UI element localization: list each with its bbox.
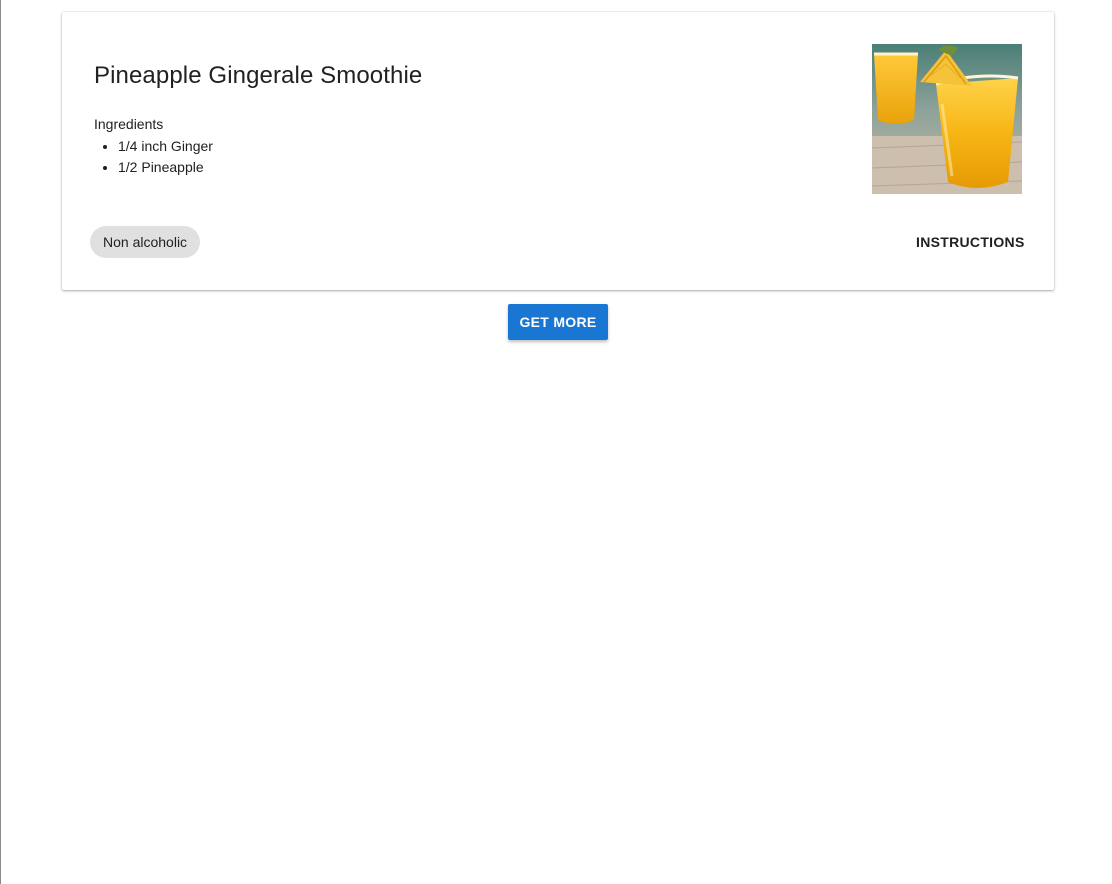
ingredients-label: Ingredients	[94, 116, 164, 132]
page: Pineapple Gingerale Smoothie Ingredients…	[0, 0, 1112, 884]
category-chip[interactable]: Non alcoholic	[90, 226, 201, 258]
ingredient-item: 1/2 Pineapple	[118, 157, 213, 178]
ingredients-list: 1/4 inch Ginger 1/2 Pineapple	[94, 136, 213, 178]
smoothie-photo-icon	[872, 44, 1022, 194]
instructions-button[interactable]: INSTRUCTIONS	[904, 228, 1037, 256]
ingredient-item: 1/4 inch Ginger	[118, 136, 213, 157]
recipe-title: Pineapple Gingerale Smoothie	[94, 62, 423, 89]
smoothie-photo	[872, 44, 1022, 194]
get-more-button[interactable]: GET MORE	[508, 304, 608, 340]
recipe-card: Pineapple Gingerale Smoothie Ingredients…	[62, 12, 1054, 290]
